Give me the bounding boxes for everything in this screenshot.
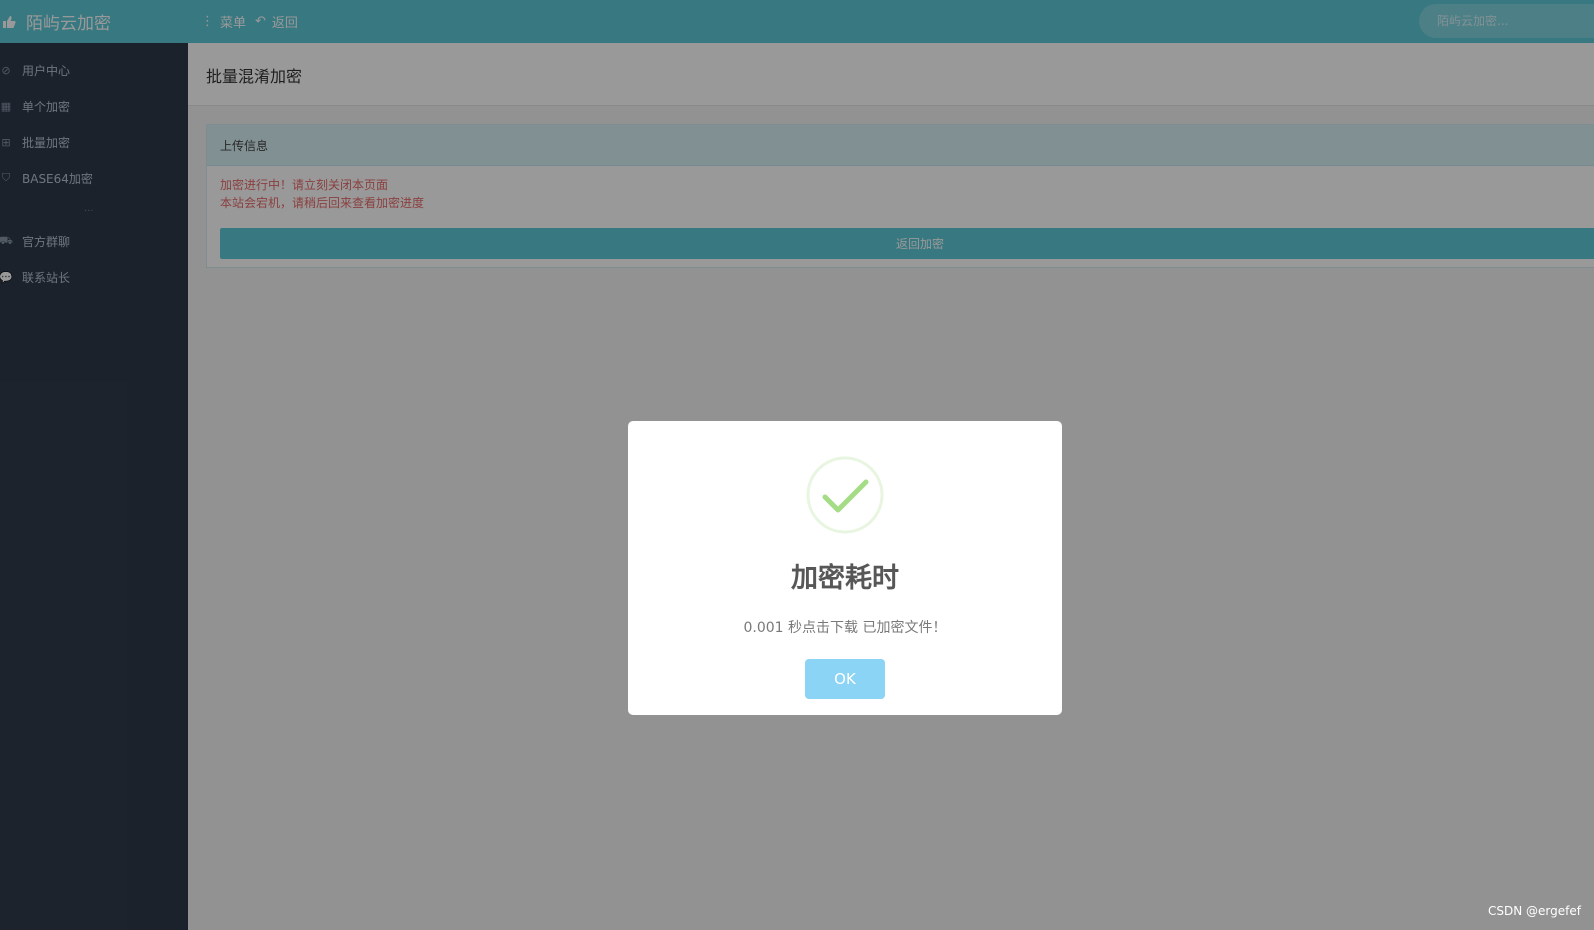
ok-button[interactable]: OK (805, 659, 885, 699)
success-check-icon (806, 456, 884, 534)
success-dialog: 加密耗时 0.001 秒点击下载 已加密文件！ OK (628, 421, 1062, 715)
dialog-title: 加密耗时 (791, 563, 899, 594)
watermark: CSDN @ergefef (1488, 904, 1581, 918)
dialog-text: 0.001 秒点击下载 已加密文件！ (743, 620, 947, 636)
modal-overlay[interactable]: 加密耗时 0.001 秒点击下载 已加密文件！ OK (0, 0, 1594, 930)
